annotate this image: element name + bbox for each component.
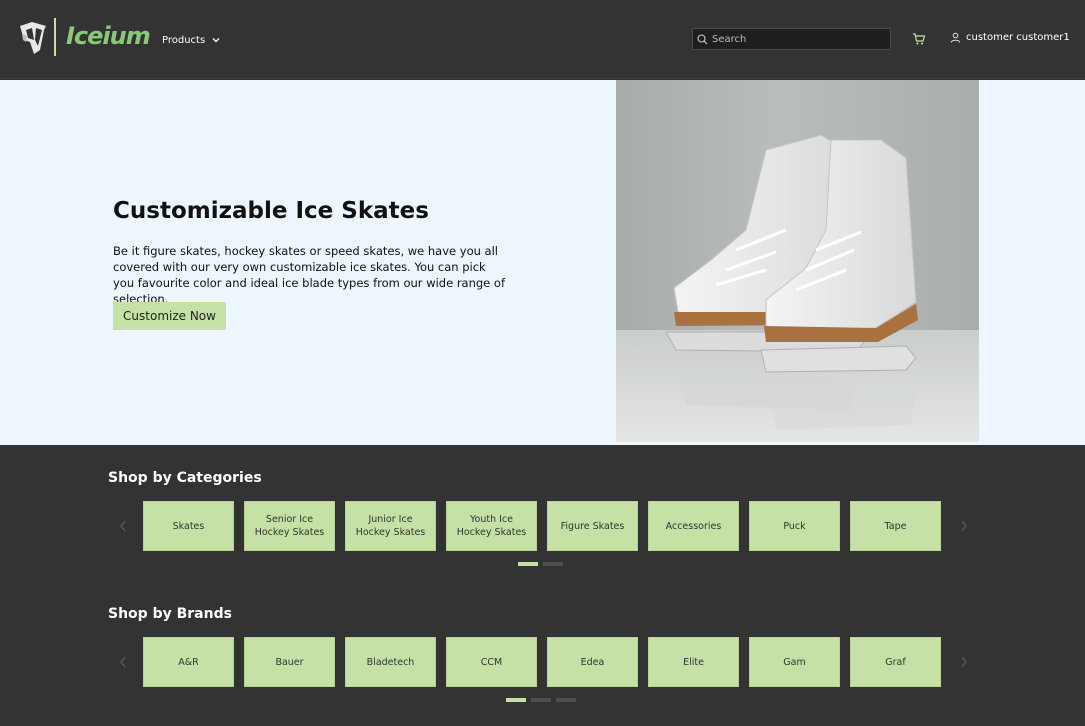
user-menu[interactable]: customer customer1 — [950, 32, 1070, 43]
brand-tile[interactable]: CCM — [446, 637, 537, 687]
hero-description: Be it figure skates, hockey skates or sp… — [113, 244, 505, 306]
category-tile[interactable]: Youth Ice Hockey Skates — [446, 501, 537, 551]
pagination-dot[interactable] — [556, 698, 576, 702]
brands-title: Shop by Brands — [108, 606, 232, 622]
category-tile[interactable]: Accessories — [648, 501, 739, 551]
pagination-dot[interactable] — [531, 698, 551, 702]
brand-tile[interactable]: Bauer — [244, 637, 335, 687]
chevron-right-icon — [961, 520, 967, 532]
categories-carousel: Skates Senior Ice Hockey Skates Junior I… — [143, 501, 941, 551]
brands-prev-button[interactable] — [116, 652, 130, 672]
chevron-left-icon — [120, 656, 126, 668]
category-tile[interactable]: Junior Ice Hockey Skates — [345, 501, 436, 551]
site-header: Iceium Products customer customer1 — [0, 0, 1085, 79]
chevron-down-icon — [212, 38, 220, 43]
category-tile[interactable]: Senior Ice Hockey Skates — [244, 501, 335, 551]
cart-icon[interactable] — [912, 32, 926, 46]
iceium-logo-icon[interactable] — [18, 20, 48, 56]
search-icon — [697, 33, 708, 44]
customize-now-button[interactable]: Customize Now — [113, 302, 226, 330]
brands-pagination — [506, 698, 576, 702]
categories-title: Shop by Categories — [108, 470, 262, 486]
brand-tile[interactable]: Edea — [547, 637, 638, 687]
brand-tile[interactable]: Elite — [648, 637, 739, 687]
brand-tile[interactable]: Gam — [749, 637, 840, 687]
search-input[interactable] — [712, 33, 882, 45]
ice-skates-illustration — [616, 134, 979, 442]
hero-banner: Customizable Ice Skates Be it figure ska… — [0, 80, 1085, 445]
products-label: Products — [162, 34, 206, 46]
category-tile[interactable]: Puck — [749, 501, 840, 551]
brands-next-button[interactable] — [957, 652, 971, 672]
hero-title: Customizable Ice Skates — [113, 198, 429, 224]
brand-tile[interactable]: Bladetech — [345, 637, 436, 687]
category-tile[interactable]: Tape — [850, 501, 941, 551]
products-menu[interactable]: Products — [162, 31, 221, 49]
user-icon — [950, 32, 961, 43]
brand-tile[interactable]: A&R — [143, 637, 234, 687]
pagination-dot[interactable] — [518, 562, 538, 566]
category-tile[interactable]: Figure Skates — [547, 501, 638, 551]
pagination-dot[interactable] — [543, 562, 563, 566]
user-name: customer customer1 — [966, 32, 1070, 43]
brand-logo-text[interactable]: Iceium — [66, 22, 151, 50]
categories-prev-button[interactable] — [116, 516, 130, 536]
chevron-right-icon — [961, 656, 967, 668]
brands-carousel: A&R Bauer Bladetech CCM Edea Elite Gam G… — [143, 637, 941, 687]
search-box[interactable] — [692, 28, 891, 50]
chevron-left-icon — [120, 520, 126, 532]
categories-next-button[interactable] — [957, 516, 971, 536]
brand-tile[interactable]: Graf — [850, 637, 941, 687]
logo-divider — [54, 18, 56, 56]
categories-pagination — [518, 562, 563, 566]
pagination-dot[interactable] — [506, 698, 526, 702]
hero-skates-image — [616, 80, 979, 442]
category-tile[interactable]: Skates — [143, 501, 234, 551]
